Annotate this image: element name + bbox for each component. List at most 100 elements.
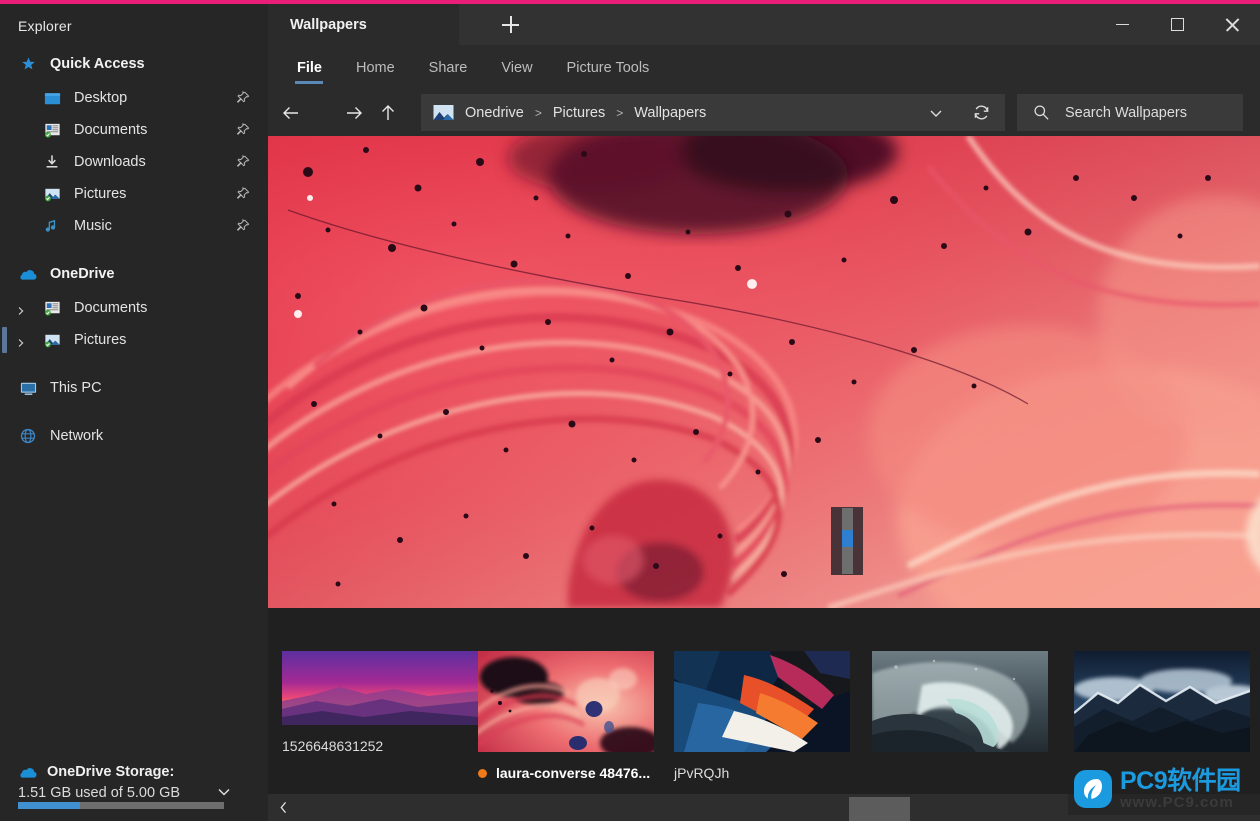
zoom-slider-popup[interactable]: [831, 507, 863, 575]
onedrive-storage-panel: OneDrive Storage: 1.51 GB used of 5.00 G…: [0, 762, 268, 801]
sidebar-spacer-2: [0, 356, 268, 372]
address-breadcrumb-bar[interactable]: Onedrive > Pictures > Wallpapers: [421, 94, 1005, 131]
pc9-logo-icon: [1074, 770, 1112, 808]
sidebar-item-desktop[interactable]: Desktop: [0, 82, 268, 114]
sidebar-group-onedrive[interactable]: OneDrive: [0, 258, 268, 290]
ribbon-tab-view[interactable]: View: [484, 45, 549, 90]
scroll-left-button[interactable]: [268, 794, 298, 821]
ribbon-tab-file[interactable]: File: [280, 45, 339, 90]
sidebar-item-documents[interactable]: Documents: [0, 114, 268, 146]
network-globe-icon: [18, 426, 38, 446]
breadcrumb-onedrive[interactable]: Onedrive: [465, 105, 524, 121]
thumbnail-caption-text: 1526648631252: [282, 738, 383, 754]
pin-icon[interactable]: [236, 91, 250, 105]
selection-indicator: [2, 327, 7, 353]
ribbon-tab-label: Share: [429, 60, 468, 76]
sidebar-spacer-3: [0, 404, 268, 420]
forward-button[interactable]: [342, 101, 366, 125]
music-note-icon: [42, 216, 62, 236]
sidebar-item-music[interactable]: Music: [0, 210, 268, 242]
sidebar-item-downloads[interactable]: Downloads: [0, 146, 268, 178]
window-accent-bar: [0, 0, 1260, 4]
thumbnail-item-5[interactable]: [1074, 651, 1250, 765]
thumbnail-image: [478, 651, 654, 752]
sidebar-item-label: Pictures: [74, 186, 126, 202]
edit-and-create-chevron-down-icon[interactable]: [268, 464, 753, 608]
onedrive-storage-progressbar: [18, 802, 224, 809]
sidebar-title: Explorer: [18, 18, 72, 34]
breadcrumb-wallpapers[interactable]: Wallpapers: [634, 105, 706, 121]
watermark-text: PC9软件园 www.PC9.com: [1120, 769, 1241, 810]
grid-view-icon[interactable]: [1224, 151, 1246, 173]
scrollbar-thumb[interactable]: [849, 797, 910, 821]
thumbnail-image: [1074, 651, 1250, 752]
pictures-folder-icon: [433, 104, 454, 122]
sidebar-item-label: Documents: [74, 122, 147, 138]
thumbnail-caption-text: laura-converse 48476...: [496, 765, 650, 781]
sidebar-group-quick-access[interactable]: Quick Access: [0, 48, 268, 80]
search-icon: [1033, 104, 1050, 121]
new-tab-button[interactable]: [459, 4, 562, 45]
thumbnail-image: [872, 651, 1048, 752]
minimize-button[interactable]: [1095, 4, 1150, 45]
sidebar-item-onedrive-documents[interactable]: Documents: [0, 292, 268, 324]
onedrive-cloud-icon: [18, 762, 38, 782]
sidebar-item-onedrive-pictures[interactable]: Pictures: [0, 324, 268, 356]
ribbon-tab-label: Picture Tools: [567, 60, 650, 76]
onedrive-storage-progress-fill: [18, 802, 80, 809]
documents-folder-icon: [42, 120, 62, 140]
zoom-slider-track[interactable]: [842, 508, 853, 574]
chevron-right-icon[interactable]: [16, 335, 26, 345]
watermark: PC9软件园 www.PC9.com: [1068, 763, 1260, 815]
explorer-window: Explorer Quick Access Desktop: [0, 0, 1260, 821]
sidebar-item-label: Documents: [74, 300, 147, 316]
maximize-button[interactable]: [1150, 4, 1205, 45]
watermark-title: PC9软件园: [1120, 769, 1241, 794]
thumbnail-item-2[interactable]: laura-converse 48476...: [478, 651, 654, 781]
sidebar-item-label: Pictures: [74, 332, 126, 348]
sidebar-group-label: Quick Access: [50, 56, 145, 72]
search-input[interactable]: Search Wallpapers: [1017, 94, 1243, 131]
ribbon-tab-share[interactable]: Share: [412, 45, 485, 90]
pin-icon[interactable]: [236, 219, 250, 233]
minimize-icon: [1116, 24, 1129, 26]
pin-icon[interactable]: [236, 187, 250, 201]
onedrive-storage-title: OneDrive Storage:: [47, 764, 174, 780]
maximize-icon: [1171, 18, 1184, 31]
address-bar-row: Onedrive > Pictures > Wallpapers Search …: [268, 90, 1260, 136]
pictures-folder-icon: [42, 330, 62, 350]
sidebar-item-label: Music: [74, 218, 112, 234]
image-viewer[interactable]: Zoom Edit & Create: [268, 136, 1260, 608]
back-button[interactable]: [279, 101, 303, 125]
sidebar-item-label: Network: [50, 428, 103, 444]
sidebar-group-label: OneDrive: [50, 266, 114, 282]
pin-icon[interactable]: [236, 155, 250, 169]
thumbnail-caption: laura-converse 48476...: [478, 765, 654, 781]
sidebar-item-network[interactable]: Network: [0, 420, 268, 452]
chevron-right-icon[interactable]: [16, 303, 26, 313]
thumbnail-item-3[interactable]: jPvRQJh: [674, 651, 850, 781]
this-pc-icon: [18, 378, 38, 398]
sidebar-item-this-pc[interactable]: This PC: [0, 372, 268, 404]
chevron-down-icon[interactable]: [928, 105, 944, 121]
chevron-down-icon[interactable]: [216, 784, 232, 800]
refresh-icon[interactable]: [972, 103, 991, 122]
pin-icon[interactable]: [236, 123, 250, 137]
thumbnail-item-1[interactable]: 1526648631252: [282, 651, 479, 754]
window-controls: [1095, 4, 1260, 45]
sidebar-item-pictures[interactable]: Pictures: [0, 178, 268, 210]
tab-wallpapers[interactable]: Wallpapers: [268, 4, 459, 45]
breadcrumb-pictures[interactable]: Pictures: [553, 105, 605, 121]
ribbon-tab-picture-tools[interactable]: Picture Tools: [550, 45, 667, 90]
explorer-main: Wallpapers File: [268, 4, 1260, 821]
zoom-slider-thumb[interactable]: [842, 530, 853, 547]
ribbon-tab-home[interactable]: Home: [339, 45, 412, 90]
thumbnail-item-4[interactable]: [872, 651, 1048, 765]
thumbnail-image: [674, 651, 850, 752]
star-icon: [18, 54, 38, 74]
close-button[interactable]: [1205, 4, 1260, 45]
documents-folder-icon: [42, 298, 62, 318]
pictures-folder-icon: [42, 184, 62, 204]
up-button[interactable]: [376, 101, 400, 125]
sidebar-item-label: This PC: [50, 380, 102, 396]
